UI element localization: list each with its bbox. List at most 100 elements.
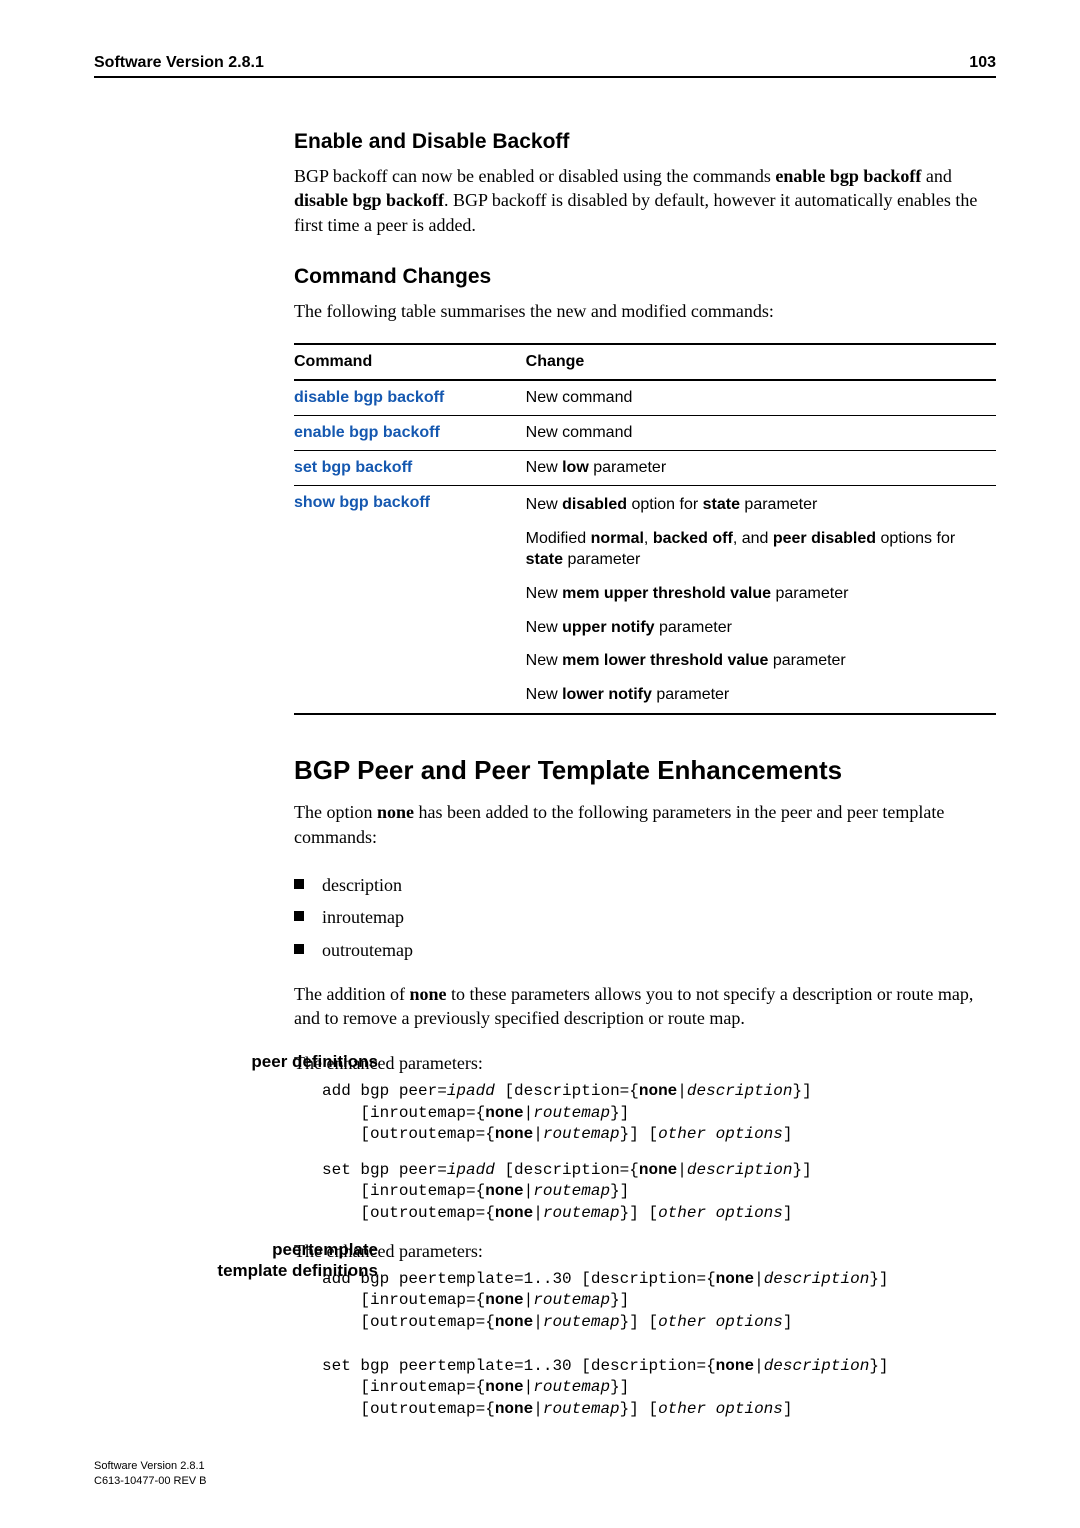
code-text: | (677, 1082, 687, 1100)
table-cell: New disabled option for state parameter … (526, 486, 996, 715)
code-text: [inroutemap={ (360, 1182, 485, 1200)
code-text: }] (610, 1182, 629, 1200)
text: The addition of (294, 984, 409, 1004)
change-line: New mem upper threshold value parameter (526, 577, 988, 611)
code-text: }] (610, 1378, 629, 1396)
link-set-bgp-backoff[interactable]: set bgp backoff (294, 459, 412, 476)
text: parameter (589, 459, 666, 476)
code-italic: ipadd (447, 1161, 495, 1179)
code-text: }] [ (620, 1313, 658, 1331)
code-italic: routemap (533, 1182, 610, 1200)
code-text: [outroutemap={ (360, 1204, 494, 1222)
code-italic: other options (658, 1125, 783, 1143)
code-italic: other options (658, 1400, 783, 1418)
link-show-bgp-backoff[interactable]: show bgp backoff (294, 494, 430, 511)
footer-line-2: C613-10477-00 REV B (94, 1475, 207, 1487)
code-keyword: none (639, 1161, 677, 1179)
table-cell: New command (526, 380, 996, 416)
code-keyword: none (485, 1378, 523, 1396)
text-bold: state (526, 551, 563, 568)
code-set-bgp-peer: set bgp peer=ipadd [description={none|de… (322, 1160, 996, 1225)
text-bold: disable bgp backoff (294, 190, 444, 210)
table-header-row: Command Change (294, 344, 996, 380)
code-text: | (533, 1125, 543, 1143)
peertemplate-definitions-block: peertemplate template definitions The en… (94, 1239, 996, 1421)
code-italic: routemap (533, 1378, 610, 1396)
code-keyword: none (716, 1270, 754, 1288)
text: parameter (771, 585, 848, 602)
list-item: inroutemap (294, 901, 996, 933)
code-keyword: none (485, 1291, 523, 1309)
code-italic: description (764, 1270, 870, 1288)
text: template definitions (217, 1261, 378, 1280)
header-title: Software Version 2.8.1 (94, 54, 264, 72)
link-enable-bgp-backoff[interactable]: enable bgp backoff (294, 424, 440, 441)
code-italic: routemap (533, 1104, 610, 1122)
text: options for (876, 530, 955, 547)
code-text: [description={ (495, 1082, 639, 1100)
text: New (526, 496, 562, 513)
code-text: | (677, 1161, 687, 1179)
code-italic: description (687, 1082, 793, 1100)
text-bold: mem upper threshold value (562, 585, 771, 602)
text: parameter (652, 686, 729, 703)
code-text: | (533, 1400, 543, 1418)
text-bold: state (703, 496, 740, 513)
link-disable-bgp-backoff[interactable]: disable bgp backoff (294, 389, 444, 406)
heading-bgp-peer-enhancements: BGP Peer and Peer Template Enhancements (294, 755, 996, 786)
code-text: }] (610, 1104, 629, 1122)
list-item: outroutemap (294, 934, 996, 966)
code-italic: routemap (533, 1291, 610, 1309)
code-text: [outroutemap={ (360, 1400, 494, 1418)
bullet-list-parameters: description inroutemap outroutemap (294, 869, 996, 966)
text: option for (627, 496, 703, 513)
code-text: }] (610, 1291, 629, 1309)
header-rule (94, 76, 996, 78)
text-bold: backed off (653, 530, 733, 547)
paragraph-none-explain: The addition of none to these parameters… (294, 982, 996, 1031)
code-text: | (533, 1204, 543, 1222)
paragraph-peerdef-intro: The enhanced parameters: (294, 1051, 996, 1075)
change-line: New upper notify parameter (526, 611, 988, 645)
code-text: set bgp peer= (322, 1161, 447, 1179)
code-text: ] (783, 1204, 793, 1222)
code-italic: other options (658, 1204, 783, 1222)
text: parameter (655, 619, 732, 636)
table-row: set bgp backoff New low parameter (294, 451, 996, 486)
running-header: Software Version 2.8.1 103 (94, 54, 996, 76)
code-italic: routemap (543, 1125, 620, 1143)
code-keyword: none (485, 1104, 523, 1122)
code-italic: description (687, 1161, 793, 1179)
text-bold: normal (591, 530, 644, 547)
change-line: New lower notify parameter (526, 678, 988, 706)
paragraph-none-added: The option none has been added to the fo… (294, 800, 996, 849)
table-header-command: Command (294, 344, 526, 380)
code-text: }] (793, 1161, 812, 1179)
code-keyword: none (495, 1313, 533, 1331)
table-row: enable bgp backoff New command (294, 416, 996, 451)
text: and (921, 166, 952, 186)
text: , (644, 530, 653, 547)
heading-command-changes: Command Changes (294, 265, 996, 289)
code-set-bgp-peertemplate: set bgp peertemplate=1..30 [description=… (322, 1356, 996, 1421)
table-cell: New command (526, 416, 996, 451)
command-changes-table: Command Change disable bgp backoff New c… (294, 343, 996, 715)
footer-line-1: Software Version 2.8.1 (94, 1460, 205, 1472)
text-bold: none (377, 802, 414, 822)
heading-enable-disable-backoff: Enable and Disable Backoff (294, 130, 996, 154)
code-text: | (524, 1182, 534, 1200)
change-line: New mem lower threshold value parameter (526, 644, 988, 678)
code-text: }] (793, 1082, 812, 1100)
code-text: }] [ (620, 1204, 658, 1222)
code-text: }] (869, 1357, 888, 1375)
text-bold: upper notify (562, 619, 654, 636)
code-text: | (524, 1291, 534, 1309)
code-italic: description (764, 1357, 870, 1375)
text-bold: lower notify (562, 686, 652, 703)
text-bold: disabled (562, 496, 627, 513)
code-text: | (533, 1313, 543, 1331)
code-text: [inroutemap={ (360, 1378, 485, 1396)
code-text: set bgp peertemplate=1..30 [description=… (322, 1357, 716, 1375)
paragraph-command-changes-intro: The following table summarises the new a… (294, 299, 996, 323)
table-header-change: Change (526, 344, 996, 380)
